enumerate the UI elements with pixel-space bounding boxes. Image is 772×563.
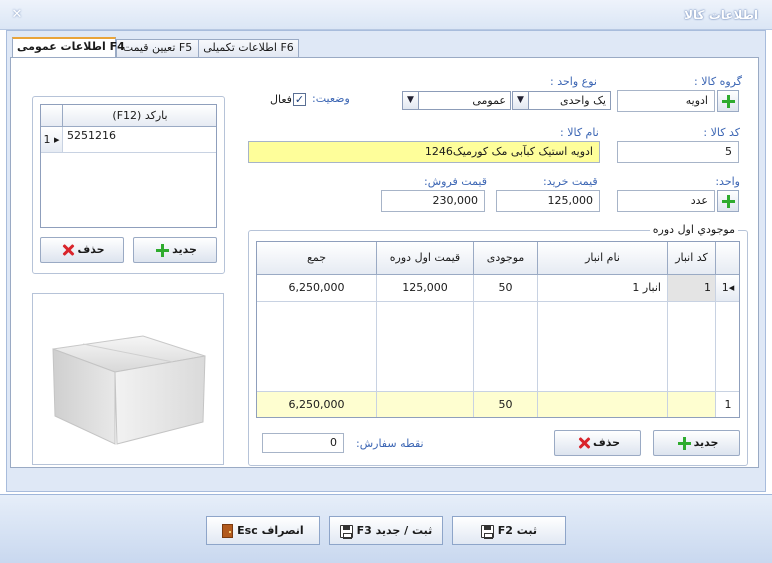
group-label: گروه كالا :: [694, 75, 742, 88]
barcode-row-indicator: 1 ▸: [41, 127, 63, 153]
status-active-label: فعال: [270, 93, 292, 106]
footer-price: [377, 392, 474, 417]
stock-grid[interactable]: جمع قیمت اول دوره موجودی نام انبار كد ان…: [256, 241, 740, 418]
plus-icon: [722, 195, 735, 208]
reorder-label: نقطه سفارش:: [356, 437, 424, 450]
buy-price-field[interactable]: 125,000: [496, 190, 600, 212]
unit-type-dropdown[interactable]: ▼ یک واحدی: [512, 91, 611, 110]
cancel-button[interactable]: انصراف Esc: [206, 516, 320, 545]
delete-icon: [62, 244, 74, 256]
title-bar: [0, 0, 772, 30]
chevron-down-icon[interactable]: ▼: [513, 92, 529, 109]
cell-warehouse-code[interactable]: 1: [668, 275, 716, 302]
code-field[interactable]: 5: [617, 141, 739, 163]
barcode-header: (F12) باركد: [63, 105, 216, 127]
col-total-header: جمع: [257, 242, 377, 275]
empty-cell: [377, 302, 474, 392]
name-field[interactable]: ادویه استیک کبآبی مک کورمیک1246: [248, 141, 600, 163]
barcode-grid[interactable]: (F12) باركد 1 ▸ 5251216: [40, 104, 217, 228]
chevron-down-icon[interactable]: ▼: [403, 92, 419, 109]
footer-code: [668, 392, 716, 417]
name-label: نام كالا :: [560, 126, 599, 139]
footer-qty: 50: [474, 392, 538, 417]
empty-cell: [716, 302, 739, 392]
status-active-checkbox[interactable]: ✓: [293, 93, 306, 106]
row-indicator: 1◂: [716, 275, 739, 302]
unit-field[interactable]: عدد: [617, 190, 715, 212]
status-label: وضعیت:: [312, 92, 350, 105]
col-price-header: قیمت اول دوره: [377, 242, 474, 275]
unit-kind-dropdown[interactable]: ▼ عمومی: [402, 91, 511, 110]
unit-label: واحد:: [715, 175, 740, 188]
unit-type-label: نوع واحد :: [550, 75, 597, 88]
col-name-header: نام انبار: [538, 242, 668, 275]
cell-qty[interactable]: 50: [474, 275, 538, 302]
empty-cell: [668, 302, 716, 392]
stock-group-title: موجودي اول دوره: [649, 223, 738, 236]
buy-price-label: قیمت خرید:: [543, 175, 598, 188]
plus-icon: [722, 95, 735, 108]
group-field[interactable]: ادویه: [617, 90, 715, 112]
tab-general-info[interactable]: اطلاعات عمومی F4: [12, 37, 125, 58]
reorder-field[interactable]: 0: [262, 433, 344, 453]
save-icon: [480, 524, 494, 539]
add-group-button[interactable]: [717, 90, 739, 112]
stock-delete-button[interactable]: حذف: [554, 430, 641, 456]
grid-corner: [716, 242, 739, 275]
save-new-button[interactable]: ثبت / جدید F3: [329, 516, 443, 545]
sell-price-label: قیمت فروش:: [424, 175, 488, 188]
window-title: اطلاعات كالا: [684, 8, 758, 22]
cell-total[interactable]: 6,250,000: [257, 275, 377, 302]
grid-corner: [41, 105, 63, 127]
exit-door-icon: [222, 524, 234, 538]
footer-name: [538, 392, 668, 417]
col-qty-header: موجودی: [474, 242, 538, 275]
tab-extra-info[interactable]: اطلاعات تکمیلی F6: [198, 39, 299, 57]
unit-type-value: یک واحدی: [560, 94, 606, 107]
footer-count: 1: [716, 392, 739, 417]
unit-kind-value: عمومی: [472, 94, 506, 107]
plus-icon: [677, 436, 691, 450]
delete-icon: [578, 437, 590, 449]
empty-cell: [474, 302, 538, 392]
cell-price[interactable]: 125,000: [377, 275, 474, 302]
stock-new-button[interactable]: جدید: [653, 430, 740, 456]
empty-cell: [257, 302, 377, 392]
col-code-header: كد انبار: [668, 242, 716, 275]
barcode-cell[interactable]: 5251216: [63, 127, 216, 153]
sell-price-field[interactable]: 230,000: [381, 190, 485, 212]
close-icon[interactable]: ✕: [10, 8, 24, 22]
tab-pricing[interactable]: تعیین قیمت F5: [116, 39, 199, 57]
code-label: كد كالا :: [703, 126, 740, 139]
save-button[interactable]: ثبت F2: [452, 516, 566, 545]
empty-cell: [538, 302, 668, 392]
cell-warehouse-name[interactable]: انبار 1: [538, 275, 668, 302]
product-image: [32, 293, 224, 465]
barcode-delete-button[interactable]: حذف: [40, 237, 124, 263]
plus-icon: [156, 243, 170, 257]
add-unit-button[interactable]: [717, 190, 739, 212]
footer-total: 6,250,000: [257, 392, 377, 417]
save-icon: [339, 524, 353, 539]
barcode-new-button[interactable]: جدید: [133, 237, 217, 263]
